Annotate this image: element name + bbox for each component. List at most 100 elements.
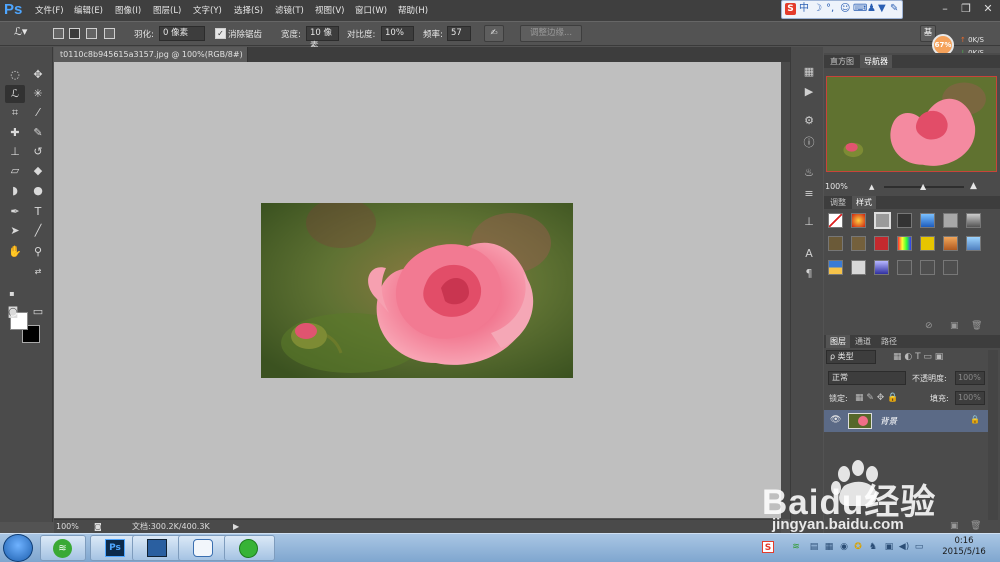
menu-select[interactable]: 选择(S) xyxy=(234,4,263,16)
style-swatch[interactable] xyxy=(966,213,981,228)
pen-tool-icon[interactable]: ✒ xyxy=(5,203,25,221)
screen-mode-icon[interactable]: ▭ xyxy=(28,303,48,321)
tab-adjustments[interactable]: 调整 xyxy=(826,196,850,209)
menu-help[interactable]: 帮助(H) xyxy=(398,4,428,16)
tray-icon[interactable]: ✪ xyxy=(852,541,864,553)
style-swatch[interactable] xyxy=(920,213,935,228)
style-swatch[interactable] xyxy=(966,236,981,251)
tray-icon[interactable]: ▭ xyxy=(913,541,925,553)
brush-presets-icon[interactable]: ♨ xyxy=(801,165,817,181)
blend-mode-select[interactable]: 正常 xyxy=(828,371,906,385)
style-swatch[interactable] xyxy=(851,260,866,275)
opacity-input[interactable]: 100% xyxy=(955,371,985,385)
filter-pixel-icon[interactable]: ▦ ◐ T ▭ ▣ xyxy=(893,352,943,362)
wrench-icon[interactable]: ✎ xyxy=(890,3,898,15)
feather-input[interactable]: 0 像素 xyxy=(159,26,205,41)
style-swatch[interactable] xyxy=(897,213,912,228)
tray-icon[interactable]: ▦ xyxy=(823,541,835,553)
paragraph-icon[interactable]: ¶ xyxy=(801,266,817,282)
clear-style-icon[interactable]: ⊘ xyxy=(925,321,933,331)
style-swatch[interactable] xyxy=(828,213,843,228)
contrast-input[interactable]: 10% xyxy=(381,26,414,41)
default-colors-icon[interactable]: ▪ xyxy=(2,285,22,303)
tab-histogram[interactable]: 直方图 xyxy=(826,55,858,68)
healing-brush-icon[interactable]: ✚ xyxy=(5,124,25,142)
ime-toolbar[interactable]: S 中 ☽ °, ☺ ⌨ ♟ ▼ ✎ xyxy=(781,0,903,19)
eyedropper-icon[interactable]: ⁄ xyxy=(28,104,48,122)
zoom-out-icon[interactable]: ▲ xyxy=(869,183,874,191)
taskbar-filmstrip[interactable] xyxy=(132,535,183,561)
moon-icon[interactable]: ☽ xyxy=(813,3,822,15)
width-input[interactable]: 10 像素 xyxy=(306,26,339,51)
menu-type[interactable]: 文字(Y) xyxy=(193,4,222,16)
magic-wand-icon[interactable]: ✳ xyxy=(28,85,48,103)
layers-scrollbar[interactable] xyxy=(988,350,998,520)
antialias-checkbox[interactable]: ✓ xyxy=(215,28,226,39)
add-selection-icon[interactable] xyxy=(69,28,80,39)
paint-bucket-icon[interactable]: ◆ xyxy=(28,162,48,180)
network-tray-icon[interactable]: ≋ xyxy=(790,541,802,553)
marquee-tool-icon[interactable]: ◌ xyxy=(5,66,25,84)
menu-layer[interactable]: 图层(L) xyxy=(153,4,181,16)
zoom-level[interactable]: 100% xyxy=(56,520,79,533)
user-icon[interactable]: ♟ xyxy=(867,3,876,15)
info-icon[interactable]: ⓘ xyxy=(801,135,817,151)
dodge-tool-icon[interactable]: ● xyxy=(28,182,48,200)
tray-icon[interactable]: ▤ xyxy=(808,541,820,553)
zoom-tool-icon[interactable]: ⚲ xyxy=(28,243,48,261)
tab-paths[interactable]: 路径 xyxy=(877,335,901,348)
history-icon[interactable]: ▦ xyxy=(801,64,817,80)
move-tool-icon[interactable]: ✥ xyxy=(28,66,48,84)
sogou-tray-icon[interactable]: S xyxy=(762,541,774,553)
tab-styles[interactable]: 样式 xyxy=(852,196,876,209)
layer-name[interactable]: 背景 xyxy=(880,415,897,427)
new-layer-icon[interactable]: ▣ xyxy=(950,521,959,531)
style-swatch[interactable] xyxy=(874,212,891,229)
quick-mask-icon[interactable]: ◙ xyxy=(3,303,23,321)
character-icon[interactable]: A xyxy=(801,246,817,262)
start-button[interactable] xyxy=(3,534,33,562)
qq-tray-icon[interactable]: ♞ xyxy=(867,541,879,553)
crop-tool-icon[interactable]: ⌗ xyxy=(5,104,25,122)
frequency-input[interactable]: 57 xyxy=(447,26,471,41)
punctuation-icon[interactable]: °, xyxy=(826,3,834,15)
shirt-icon[interactable]: ▼ xyxy=(878,3,886,15)
style-swatch[interactable] xyxy=(828,260,843,275)
refine-edge-button[interactable]: 调整边缘... xyxy=(520,25,582,42)
taskbar-wifi-app[interactable]: ≋ xyxy=(40,535,86,561)
style-swatch[interactable] xyxy=(828,236,843,251)
tab-navigator[interactable]: 导航器 xyxy=(860,55,892,68)
style-swatch[interactable] xyxy=(897,260,912,275)
style-swatch[interactable] xyxy=(851,213,866,228)
style-swatch[interactable] xyxy=(874,260,889,275)
subtract-selection-icon[interactable] xyxy=(86,28,97,39)
blur-tool-icon[interactable]: ◗ xyxy=(5,182,25,200)
lasso-preset-icon[interactable]: ℒ▾ xyxy=(14,25,27,38)
navigator-thumbnail[interactable] xyxy=(826,76,997,172)
path-selection-icon[interactable]: ➤ xyxy=(5,222,25,240)
intersect-selection-icon[interactable] xyxy=(104,28,115,39)
hand-tool-icon[interactable]: ✋ xyxy=(5,243,25,261)
style-swatch[interactable] xyxy=(920,236,935,251)
minimize-button[interactable]: – xyxy=(938,2,952,16)
tab-channels[interactable]: 通道 xyxy=(851,335,875,348)
fill-input[interactable]: 100% xyxy=(955,391,985,405)
restore-button[interactable]: ❐ xyxy=(959,2,973,16)
brush-tool-icon[interactable]: ✎ xyxy=(28,124,48,142)
document-tab[interactable]: t0110c8b945615a3157.jpg @ 100%(RGB/8#) *… xyxy=(54,47,248,74)
vertical-scrollbar[interactable] xyxy=(781,62,790,519)
layer-row-background[interactable]: 👁 背景 🔒 xyxy=(824,410,988,432)
actions-play-icon[interactable]: ▶ xyxy=(801,84,817,100)
brush-settings-icon[interactable]: ≡ xyxy=(801,186,817,202)
swap-colors-icon[interactable]: ⇄ xyxy=(28,263,48,281)
taskbar-browser[interactable] xyxy=(224,535,275,561)
layer-filter-select[interactable]: ρ 类型 xyxy=(826,350,876,364)
visibility-eye-icon[interactable]: 👁 xyxy=(830,415,841,425)
status-menu-arrow-icon[interactable]: ▶ xyxy=(233,520,239,533)
clock[interactable]: 0:16 2015/5/16 xyxy=(934,536,994,558)
navigator-zoom[interactable]: 100% xyxy=(825,182,848,191)
eraser-tool-icon[interactable]: ▱ xyxy=(5,162,25,180)
type-tool-icon[interactable]: T xyxy=(28,203,48,221)
slider-thumb-icon[interactable]: ▲ xyxy=(920,182,926,191)
history-brush-icon[interactable]: ↺ xyxy=(28,143,48,161)
